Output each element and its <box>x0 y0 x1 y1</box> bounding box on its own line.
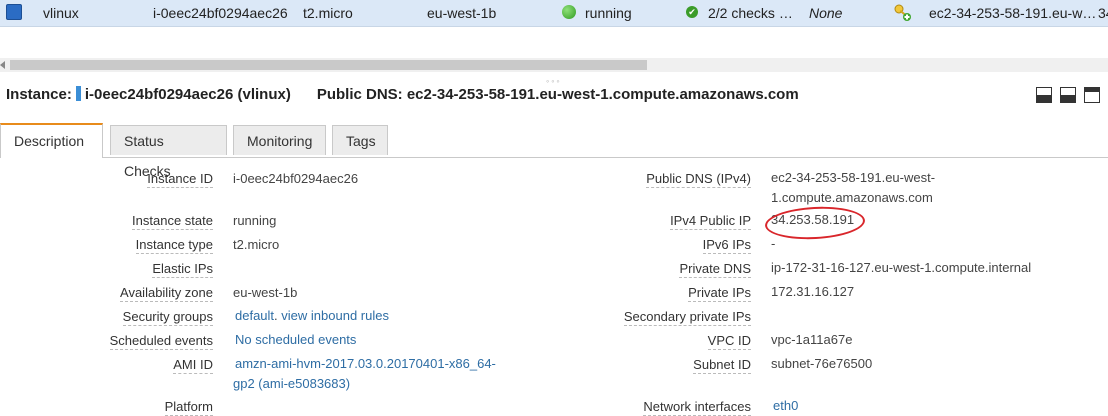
availability-zone-value: eu-west-1b <box>233 285 298 300</box>
public-dns-ipv4-value-line1: ec2-34-253-58-191.eu-west- <box>771 170 936 185</box>
details-tabs: Description Status Checks Monitoring Tag… <box>0 123 1108 179</box>
layout-split-panel-icon[interactable] <box>1060 87 1076 103</box>
instance-type-label: Instance type <box>135 237 213 254</box>
instance-label: Instance: <box>6 86 72 103</box>
vpc-id-label: VPC ID <box>707 333 751 350</box>
red-annotation-circle <box>764 204 866 242</box>
row-name: vlinux <box>43 5 79 21</box>
network-interfaces-label: Network interfaces <box>643 399 751 416</box>
secondary-private-ips-label: Secondary private IPs <box>623 309 751 326</box>
instance-type-value: t2.micro <box>233 237 280 252</box>
row-alarm-status: None <box>809 5 843 21</box>
instance-state-label: Instance state <box>132 213 213 230</box>
private-ips-label: Private IPs <box>688 285 751 302</box>
add-key-icon[interactable] <box>894 4 912 25</box>
view-inbound-rules-link[interactable]: view inbound rules <box>281 308 389 323</box>
private-ips-value: 172.31.16.127 <box>771 284 855 299</box>
row-instance-state: running <box>585 5 632 21</box>
row-instance-id: i-0eec24bf0294aec26 <box>153 5 288 21</box>
public-dns-label: Public DNS: <box>316 86 403 103</box>
tab-description[interactable]: Description <box>0 123 103 158</box>
layout-top-panel-icon[interactable] <box>1084 87 1100 103</box>
elastic-ips-label: Elastic IPs <box>152 261 213 278</box>
instance-id-label: Instance ID <box>147 171 213 188</box>
row-status-checks: 2/2 checks … <box>708 5 793 21</box>
scheduled-events-label: Scheduled events <box>109 333 213 350</box>
security-group-default-link[interactable]: default <box>235 308 274 323</box>
private-dns-label: Private DNS <box>679 261 751 278</box>
row-overflow-cell: 34 <box>1098 5 1108 21</box>
ami-id-link-line2[interactable]: gp2 (ami-e5083683) <box>233 376 350 391</box>
ami-id-label: AMI ID <box>173 357 213 374</box>
row-availability-zone: eu-west-1b <box>427 5 497 21</box>
private-dns-value: ip-172-31-16-127.eu-west-1.compute.inter… <box>771 260 1032 275</box>
platform-label: Platform <box>164 399 213 416</box>
security-groups-value: default. view inbound rules <box>235 308 389 323</box>
details-header: Instance: i-0eec24bf0294aec26 (vlinux) Pub… <box>6 86 799 103</box>
instance-id-value: i-0eec24bf0294aec26 <box>233 171 359 186</box>
availability-zone-label: Availability zone <box>120 285 213 302</box>
public-dns-ipv4-label: Public DNS (IPv4) <box>646 171 751 188</box>
instance-header-value: i-0eec24bf0294aec26 (vlinux) <box>84 86 291 103</box>
pane-splitter-handle[interactable]: ◦◦◦ <box>546 76 562 86</box>
running-status-icon <box>562 5 576 19</box>
ipv4-public-ip-label: IPv4 Public IP <box>670 213 751 230</box>
scrollbar-thumb[interactable] <box>10 60 647 70</box>
subnet-id-label: Subnet ID <box>693 357 751 374</box>
subnet-id-value: subnet-76e76500 <box>771 356 873 371</box>
scheduled-events-link[interactable]: No scheduled events <box>235 332 356 347</box>
instance-table-row[interactable]: vlinux i-0eec24bf0294aec26 t2.micro eu-w… <box>0 0 1108 27</box>
instance-color-bar <box>75 86 81 101</box>
tab-tags[interactable]: Tags <box>332 125 388 155</box>
horizontal-scrollbar[interactable] <box>0 58 1108 72</box>
instance-state-value: running <box>233 213 277 228</box>
tab-status-checks[interactable]: Status Checks <box>110 125 227 179</box>
row-checkbox[interactable] <box>6 4 22 20</box>
ami-id-link-line1[interactable]: amzn-ami-hvm-2017.03.0.20170401-x86_64- <box>235 356 496 371</box>
layout-bottom-panel-icon[interactable] <box>1036 87 1052 103</box>
vpc-id-value: vpc-1a11a67e <box>771 332 853 347</box>
security-groups-label: Security groups <box>122 309 213 326</box>
row-instance-type: t2.micro <box>303 5 353 21</box>
public-dns-header-value: ec2-34-253-58-191.eu-west-1.compute.amaz… <box>406 86 799 103</box>
checkmark-icon: ✔ <box>686 6 698 18</box>
network-interface-link[interactable]: eth0 <box>773 398 798 413</box>
ipv6-ips-value: - <box>771 236 776 251</box>
public-dns-ipv4-value-line2: 1.compute.amazonaws.com <box>771 190 933 205</box>
row-public-dns: ec2-34-253-58-191.eu-w… <box>929 5 1097 21</box>
scroll-left-icon[interactable] <box>0 61 5 69</box>
tab-monitoring[interactable]: Monitoring <box>233 125 326 155</box>
ipv6-ips-label: IPv6 IPs <box>702 237 751 254</box>
